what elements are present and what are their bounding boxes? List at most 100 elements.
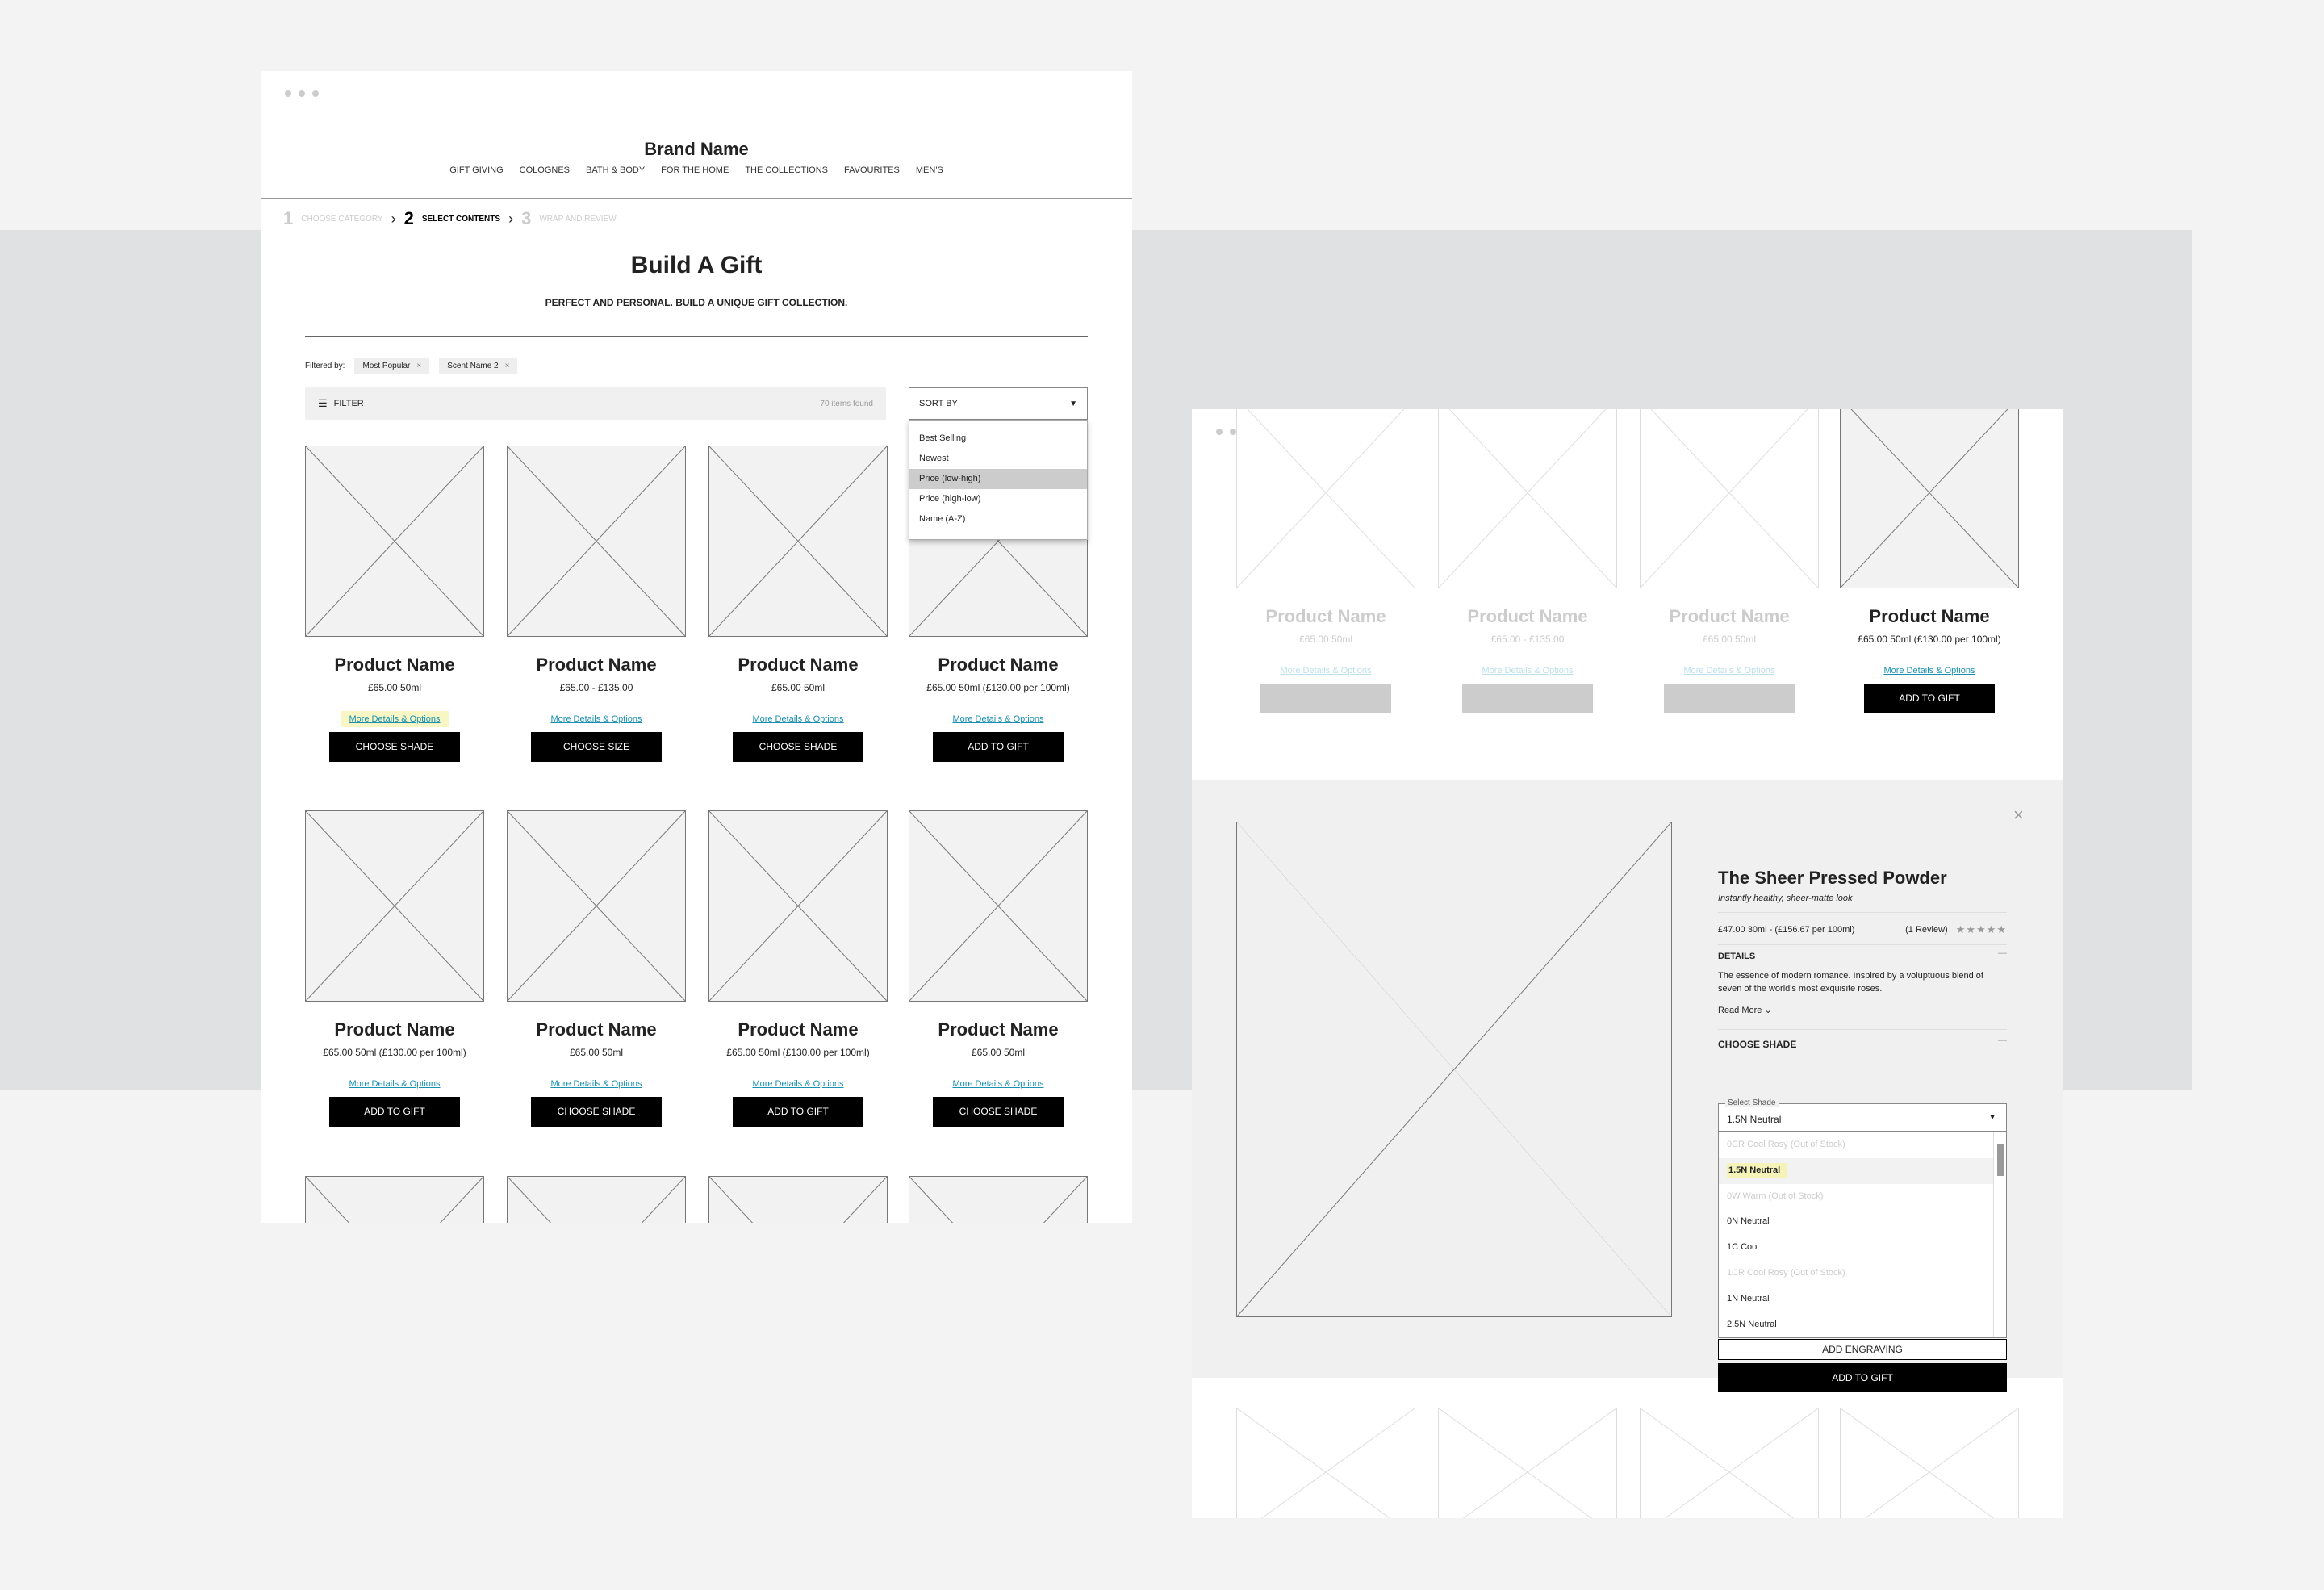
more-details-link[interactable]: More Details & Options: [1875, 663, 1983, 679]
add-to-gift-button[interactable]: ADD TO GIFT: [1718, 1363, 2007, 1392]
product-name[interactable]: Product Name: [1438, 606, 1617, 627]
product-action-button[interactable]: CHOOSE SIZE: [1462, 684, 1593, 713]
shade-option[interactable]: 1CR Cool Rosy (Out of Stock): [1719, 1261, 1993, 1287]
product-action-button[interactable]: ADD TO GIFT: [933, 732, 1064, 762]
more-details-link[interactable]: More Details & Options: [944, 1076, 1051, 1092]
shade-option[interactable]: 1N Neutral: [1719, 1287, 1993, 1312]
product-image-placeholder[interactable]: [1640, 409, 1819, 588]
product-name[interactable]: Product Name: [708, 655, 888, 676]
product-image-placeholder[interactable]: [1438, 1408, 1617, 1518]
product-image-placeholder[interactable]: [708, 1176, 888, 1223]
nav-colognes[interactable]: COLOGNES: [520, 165, 570, 175]
product-image-placeholder[interactable]: [305, 1176, 484, 1223]
product-name[interactable]: Product Name: [507, 1019, 686, 1040]
product-name[interactable]: Product Name: [507, 655, 686, 676]
product-name[interactable]: Product Name: [909, 1019, 1088, 1040]
shade-option-label: 1.5N Neutral: [1727, 1162, 1787, 1178]
product-name[interactable]: Product Name: [909, 655, 1088, 676]
product-image-placeholder[interactable]: [507, 446, 686, 637]
more-details-link[interactable]: More Details & Options: [341, 711, 449, 727]
close-icon[interactable]: ×: [2013, 805, 2024, 826]
product-name[interactable]: Product Name: [305, 1019, 484, 1040]
sliders-icon: ☰: [318, 397, 328, 409]
more-details-link[interactable]: More Details & Options: [1675, 663, 1783, 679]
review-count[interactable]: (1 Review): [1905, 925, 1948, 935]
shade-option[interactable]: 0CR Cool Rosy (Out of Stock): [1719, 1132, 1993, 1158]
product-image-placeholder[interactable]: [708, 810, 888, 1002]
product-image-placeholder[interactable]: [305, 446, 484, 637]
filter-button[interactable]: FILTER: [334, 399, 364, 408]
shade-option[interactable]: 0W Warm (Out of Stock): [1719, 1184, 1993, 1210]
product-image-placeholder[interactable]: [1840, 1408, 2019, 1518]
product-image-placeholder[interactable]: [1236, 409, 1415, 588]
more-details-link[interactable]: More Details & Options: [1473, 663, 1581, 679]
product-image-placeholder[interactable]: [507, 810, 686, 1002]
nav-gift-giving[interactable]: GIFT GIVING: [449, 165, 503, 175]
more-details-link[interactable]: More Details & Options: [744, 711, 851, 727]
nav-the-collections[interactable]: THE COLLECTIONS: [745, 165, 828, 175]
product-image-placeholder[interactable]: [1640, 1408, 1819, 1518]
collapse-icon[interactable]: —: [1998, 948, 2007, 958]
nav-for-the-home[interactable]: FOR THE HOME: [661, 165, 729, 175]
product-action-button[interactable]: CHOOSE SHADE: [1260, 684, 1391, 713]
product-price: £65.00 50ml: [569, 1047, 624, 1058]
sort-option[interactable]: Best Selling: [909, 429, 1087, 449]
scrollbar-thumb[interactable]: [1997, 1144, 2004, 1176]
product-card: [708, 1176, 888, 1223]
product-action-button[interactable]: CHOOSE SHADE: [1664, 684, 1795, 713]
filter-bar[interactable]: ☰ FILTER 70 items found: [305, 387, 886, 420]
product-image-placeholder[interactable]: [909, 1176, 1088, 1223]
product-action-button[interactable]: CHOOSE SHADE: [329, 732, 460, 762]
product-name[interactable]: Product Name: [1640, 606, 1819, 627]
product-name[interactable]: Product Name: [708, 1019, 888, 1040]
product-action-button[interactable]: CHOOSE SIZE: [531, 732, 662, 762]
more-details-link[interactable]: More Details & Options: [542, 711, 650, 727]
product-image-placeholder[interactable]: [1236, 1408, 1415, 1518]
sort-option[interactable]: Price (high-low): [909, 489, 1087, 509]
read-more-link[interactable]: Read More ⌄: [1718, 1005, 1772, 1015]
more-details-link[interactable]: More Details & Options: [341, 1076, 448, 1092]
shade-option[interactable]: 1C Cool: [1719, 1235, 1993, 1261]
more-details-link[interactable]: More Details & Options: [744, 1076, 851, 1092]
collapse-icon[interactable]: —: [1998, 1036, 2007, 1045]
sort-option[interactable]: Name (A-Z): [909, 509, 1087, 529]
product-action-button[interactable]: ADD TO GIFT: [733, 1097, 863, 1127]
shade-option[interactable]: 2.5N Neutral: [1719, 1312, 1993, 1337]
nav-mens[interactable]: MEN'S: [916, 165, 943, 175]
product-image-placeholder[interactable]: [1840, 409, 2019, 588]
product-action-button[interactable]: CHOOSE SHADE: [531, 1097, 662, 1127]
sort-option[interactable]: Newest: [909, 449, 1087, 469]
filtered-by-label: Filtered by:: [305, 362, 345, 370]
product-image-placeholder[interactable]: [909, 810, 1088, 1002]
product-name[interactable]: Product Name: [1840, 606, 2019, 627]
product-image-placeholder[interactable]: [1438, 409, 1617, 588]
step-1-label[interactable]: CHOOSE CATEGORY: [301, 215, 382, 224]
product-name[interactable]: Product Name: [305, 655, 484, 676]
product-action-button[interactable]: CHOOSE SHADE: [733, 732, 863, 762]
add-engraving-button[interactable]: ADD ENGRAVING: [1718, 1339, 2007, 1360]
choose-shade-heading[interactable]: CHOOSE SHADE: [1718, 1039, 1796, 1050]
product-action-button[interactable]: ADD TO GIFT: [1864, 684, 1995, 713]
product-card: [1236, 1408, 1415, 1518]
remove-icon[interactable]: ×: [416, 362, 421, 370]
product-image-placeholder[interactable]: [708, 446, 888, 637]
shade-option[interactable]: 0N Neutral: [1719, 1209, 1993, 1235]
filter-chip: Most Popular ×: [354, 358, 430, 374]
product-name[interactable]: Product Name: [1236, 606, 1415, 627]
sort-option-highlighted[interactable]: Price (low-high): [909, 469, 1087, 489]
details-heading[interactable]: DETAILS: [1718, 952, 1755, 961]
product-action-button[interactable]: CHOOSE SHADE: [933, 1097, 1064, 1127]
remove-icon[interactable]: ×: [505, 362, 510, 370]
scrollbar[interactable]: [1993, 1132, 2006, 1337]
shade-select[interactable]: Select Shade 1.5N Neutral ▼: [1718, 1098, 2007, 1132]
nav-bath-body[interactable]: BATH & BODY: [586, 165, 645, 175]
sort-dropdown[interactable]: SORT BY ▼: [909, 387, 1088, 420]
more-details-link[interactable]: More Details & Options: [542, 1076, 650, 1092]
product-image-placeholder[interactable]: [507, 1176, 686, 1223]
more-details-link[interactable]: More Details & Options: [1272, 663, 1379, 679]
nav-favourites[interactable]: FAVOURITES: [844, 165, 900, 175]
shade-option[interactable]: 1.5N Neutral: [1719, 1157, 1993, 1184]
product-image-placeholder[interactable]: [305, 810, 484, 1002]
product-action-button[interactable]: ADD TO GIFT: [329, 1097, 460, 1127]
more-details-link[interactable]: More Details & Options: [944, 711, 1051, 727]
